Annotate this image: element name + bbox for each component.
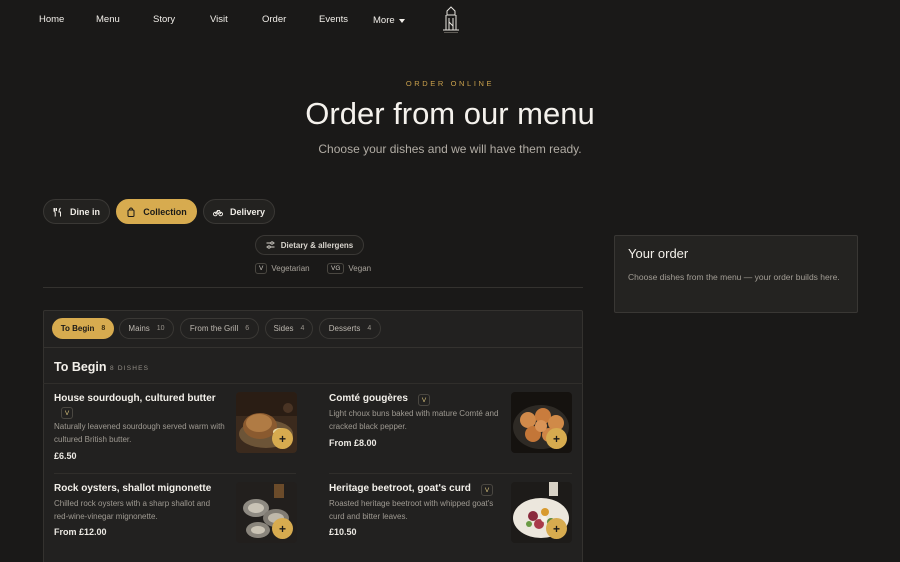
add-to-order-button[interactable]: + bbox=[272, 428, 293, 449]
nav-home[interactable]: Home bbox=[39, 14, 64, 25]
nav-more-dropdown[interactable]: More bbox=[373, 15, 405, 26]
dish-name: Rock oysters, shallot mignonette bbox=[54, 483, 212, 494]
filter-sliders-icon bbox=[266, 241, 275, 249]
bag-icon bbox=[127, 206, 135, 217]
vegan-tag: VG bbox=[327, 263, 345, 274]
vegetarian-badge: V bbox=[61, 407, 73, 419]
dish-description: Naturally leavened sourdough served warm… bbox=[54, 422, 225, 444]
row-divider bbox=[329, 473, 572, 474]
add-to-order-button[interactable]: + bbox=[546, 428, 567, 449]
order-title: Your order bbox=[628, 246, 689, 261]
nav-menu[interactable]: Menu bbox=[96, 14, 120, 25]
dish-name: Comté gougères bbox=[329, 393, 408, 404]
bike-icon bbox=[212, 209, 223, 216]
top-nav: Home Menu Story Visit Order Events More bbox=[0, 0, 900, 40]
row-divider bbox=[54, 473, 296, 474]
dish-price: £10.50 bbox=[329, 527, 357, 537]
dish-price: £6.50 bbox=[54, 451, 77, 461]
nav-order[interactable]: Order bbox=[262, 14, 286, 25]
section-divider bbox=[43, 287, 583, 288]
section-dish-count: 8 DISHES bbox=[110, 365, 150, 372]
section-divider-line bbox=[43, 383, 583, 384]
add-to-order-button[interactable]: + bbox=[272, 518, 293, 539]
dish-description: Light choux buns baked with mature Comté… bbox=[329, 409, 499, 431]
mode-dine-in-button[interactable]: Dine in bbox=[43, 199, 110, 224]
order-empty-text: Choose dishes from the menu — your order… bbox=[628, 272, 840, 282]
restaurant-logo[interactable] bbox=[440, 6, 462, 34]
category-label: From the Grill bbox=[189, 324, 239, 333]
legend-vegetarian: V Vegetarian bbox=[255, 263, 310, 274]
mode-dine-in-label: Dine in bbox=[69, 206, 100, 217]
category-label: Desserts bbox=[328, 324, 361, 333]
vegetarian-badge: V bbox=[418, 394, 430, 406]
category-tab-sides[interactable]: Sides 4 bbox=[265, 318, 313, 339]
mode-collection-label: Collection bbox=[143, 206, 187, 217]
dish-name: House sourdough, cultured butter bbox=[54, 393, 216, 404]
category-label: Sides bbox=[273, 324, 294, 333]
vegan-label: Vegan bbox=[348, 264, 372, 273]
hero-eyebrow: ORDER ONLINE bbox=[405, 79, 495, 88]
dietary-allergens-button[interactable]: Dietary & allergens bbox=[255, 235, 364, 255]
category-label: To Begin bbox=[60, 324, 95, 333]
category-count: 8 bbox=[101, 325, 106, 332]
mode-delivery-label: Delivery bbox=[229, 206, 266, 217]
cutlery-icon bbox=[53, 207, 61, 216]
category-tab-desserts[interactable]: Desserts 4 bbox=[319, 318, 381, 339]
category-label: Mains bbox=[128, 324, 150, 333]
dish-description: Roasted heritage beetroot with whipped g… bbox=[329, 499, 494, 521]
mode-delivery-button[interactable]: Delivery bbox=[203, 199, 275, 224]
vegetarian-tag: V bbox=[255, 263, 268, 274]
category-count: 4 bbox=[300, 325, 305, 332]
category-count: 4 bbox=[367, 325, 372, 332]
dish-description: Chilled rock oysters with a sharp shallo… bbox=[54, 499, 211, 521]
page-subtitle: Choose your dishes and we will have them… bbox=[318, 142, 582, 156]
category-tab-to-begin[interactable]: To Begin 8 bbox=[52, 318, 114, 339]
vegetarian-badge: V bbox=[481, 484, 493, 496]
section-title: To Begin bbox=[54, 360, 107, 374]
nav-story[interactable]: Story bbox=[153, 14, 175, 25]
category-count: 6 bbox=[245, 325, 250, 332]
nav-events[interactable]: Events bbox=[319, 14, 348, 25]
page-title: Order from our menu bbox=[305, 96, 595, 131]
dish-price: From £12.00 bbox=[54, 527, 107, 537]
dish-price: From £8.00 bbox=[329, 438, 377, 448]
legend-vegan: VG Vegan bbox=[327, 263, 371, 274]
add-to-order-button[interactable]: + bbox=[546, 518, 567, 539]
nav-visit[interactable]: Visit bbox=[210, 14, 228, 25]
category-count: 10 bbox=[156, 325, 165, 332]
dish-name: Heritage beetroot, goat's curd bbox=[329, 483, 471, 494]
chevron-down-icon bbox=[398, 19, 405, 23]
tabs-divider bbox=[43, 347, 583, 348]
nav-more-label: More bbox=[373, 15, 395, 26]
dietary-allergens-label: Dietary & allergens bbox=[280, 240, 354, 250]
mode-collection-button[interactable]: Collection bbox=[116, 199, 197, 224]
vegetarian-label: Vegetarian bbox=[271, 264, 310, 273]
category-tab-mains[interactable]: Mains 10 bbox=[119, 318, 174, 339]
category-tab-from-the-grill[interactable]: From the Grill 6 bbox=[180, 318, 259, 339]
